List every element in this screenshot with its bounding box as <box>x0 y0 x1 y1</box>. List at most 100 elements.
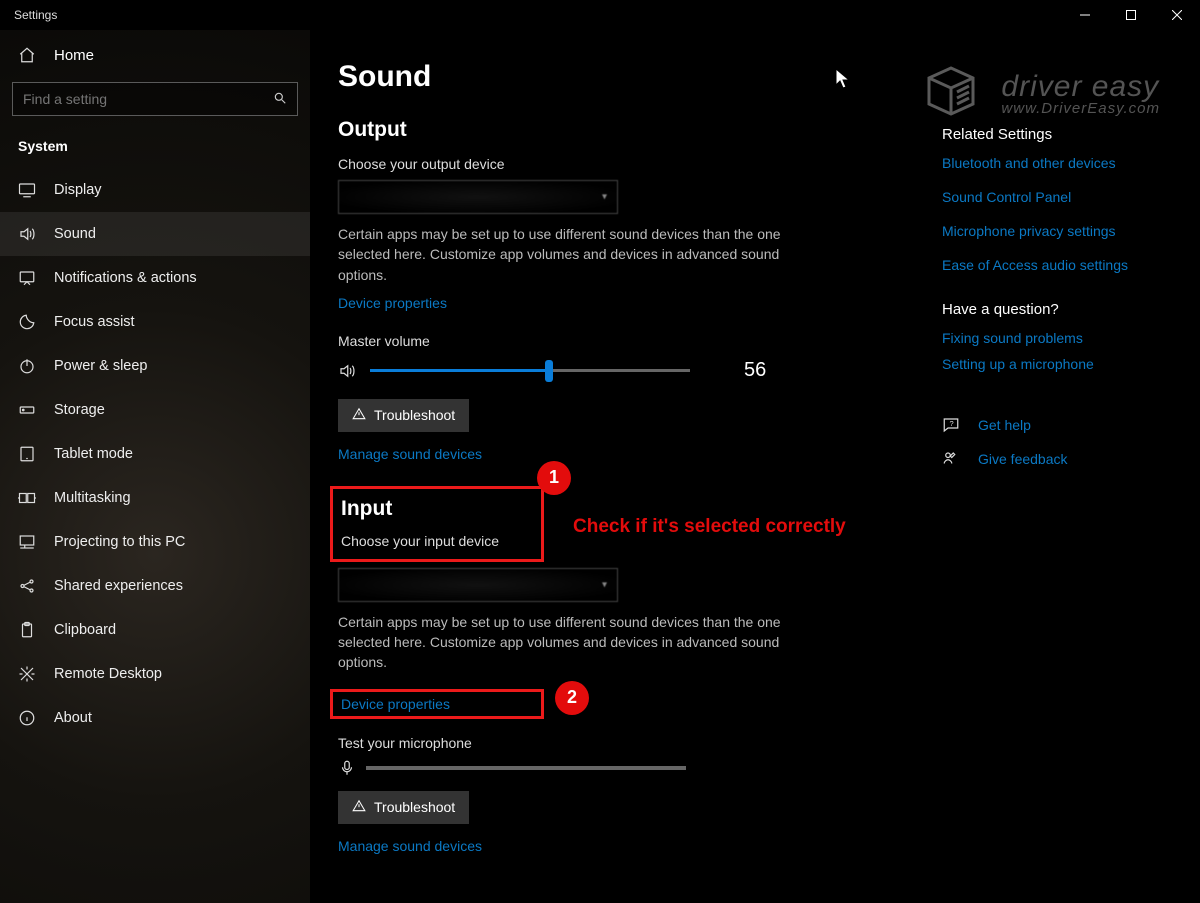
power-icon <box>18 357 36 375</box>
projecting-icon <box>18 533 36 551</box>
microphone-level-bar <box>366 766 686 770</box>
mouse-cursor-icon <box>835 68 851 95</box>
watermark-url: www.DriverEasy.com <box>1001 100 1160 117</box>
nav-item-label: Power & sleep <box>54 358 148 374</box>
sidebar-item-tablet-mode[interactable]: Tablet mode <box>0 432 310 476</box>
minimize-button[interactable] <box>1062 0 1108 30</box>
microphone-icon <box>338 759 356 777</box>
master-volume-label: Master volume <box>338 333 898 349</box>
sidebar-item-sound[interactable]: Sound <box>0 212 310 256</box>
svg-text:?: ? <box>950 419 954 428</box>
output-device-dropdown[interactable]: ▾ <box>338 180 618 214</box>
nav-item-label: About <box>54 710 92 726</box>
multitasking-icon <box>18 489 36 507</box>
watermark: driver easy www.DriverEasy.com <box>919 64 1160 123</box>
get-help-link[interactable]: ? Get help <box>942 416 1172 434</box>
nav-item-label: Focus assist <box>54 314 135 330</box>
category-label: System <box>0 126 310 164</box>
sidebar-item-remote-desktop[interactable]: Remote Desktop <box>0 652 310 696</box>
nav-item-label: Notifications & actions <box>54 270 197 286</box>
input-description: Certain apps may be set up to use differ… <box>338 612 788 673</box>
output-manage-devices-link[interactable]: Manage sound devices <box>338 446 482 462</box>
master-volume-slider[interactable] <box>370 359 690 383</box>
warning-icon <box>352 799 366 816</box>
give-feedback-link[interactable]: Give feedback <box>942 450 1172 468</box>
related-link-bluetooth[interactable]: Bluetooth and other devices <box>942 155 1172 171</box>
nav-item-label: Shared experiences <box>54 578 183 594</box>
input-troubleshoot-button[interactable]: Troubleshoot <box>338 791 469 824</box>
search-icon <box>273 91 287 108</box>
sidebar-item-about[interactable]: About <box>0 696 310 740</box>
test-microphone-label: Test your microphone <box>338 735 898 751</box>
give-feedback-label: Give feedback <box>978 451 1068 467</box>
window-title: Settings <box>14 8 57 22</box>
output-device-properties-link[interactable]: Device properties <box>338 295 447 311</box>
sidebar-item-notifications[interactable]: Notifications & actions <box>0 256 310 300</box>
button-label: Troubleshoot <box>374 799 455 815</box>
speaker-icon[interactable] <box>338 362 356 380</box>
related-settings-heading: Related Settings <box>942 126 1172 143</box>
question-link-setup-microphone[interactable]: Setting up a microphone <box>942 356 1172 372</box>
sidebar-item-storage[interactable]: Storage <box>0 388 310 432</box>
sidebar-item-multitasking[interactable]: Multitasking <box>0 476 310 520</box>
close-button[interactable] <box>1154 0 1200 30</box>
nav-item-label: Projecting to this PC <box>54 534 185 550</box>
sidebar-item-clipboard[interactable]: Clipboard <box>0 608 310 652</box>
window-controls <box>1062 0 1200 30</box>
watermark-logo-icon <box>919 64 983 123</box>
sidebar-item-shared-experiences[interactable]: Shared experiences <box>0 564 310 608</box>
output-troubleshoot-button[interactable]: Troubleshoot <box>338 399 469 432</box>
related-link-microphone-privacy[interactable]: Microphone privacy settings <box>942 223 1172 239</box>
output-choose-label: Choose your output device <box>338 156 898 172</box>
notifications-icon <box>18 269 36 287</box>
input-choose-label: Choose your input device <box>341 533 533 549</box>
nav-item-label: Remote Desktop <box>54 666 162 682</box>
nav-item-label: Storage <box>54 402 105 418</box>
home-icon <box>18 46 36 64</box>
sidebar-item-power-sleep[interactable]: Power & sleep <box>0 344 310 388</box>
watermark-title: driver easy <box>1001 70 1160 104</box>
nav-item-label: Multitasking <box>54 490 131 506</box>
input-device-properties-link[interactable]: Device properties <box>341 696 450 712</box>
input-device-dropdown[interactable]: ▾ <box>338 568 618 602</box>
annotation-box-2: Device properties <box>330 689 544 719</box>
chevron-down-icon: ▾ <box>602 579 607 590</box>
display-icon <box>18 181 36 199</box>
related-link-sound-control-panel[interactable]: Sound Control Panel <box>942 189 1172 205</box>
nav-item-label: Sound <box>54 226 96 242</box>
get-help-label: Get help <box>978 417 1031 433</box>
search-input[interactable] <box>23 91 273 107</box>
annotation-number-1: 1 <box>537 461 571 495</box>
sidebar-item-focus-assist[interactable]: Focus assist <box>0 300 310 344</box>
question-link-fixing-sound[interactable]: Fixing sound problems <box>942 330 1172 346</box>
annotation-number-2: 2 <box>555 681 589 715</box>
warning-icon <box>352 407 366 424</box>
sidebar-home-label: Home <box>54 47 94 64</box>
sidebar-item-projecting[interactable]: Projecting to this PC <box>0 520 310 564</box>
remote-desktop-icon <box>18 665 36 683</box>
nav-item-label: Clipboard <box>54 622 116 638</box>
search-input-wrap[interactable] <box>12 82 298 116</box>
tablet-icon <box>18 445 36 463</box>
related-link-ease-of-access-audio[interactable]: Ease of Access audio settings <box>942 257 1172 273</box>
annotation-text: Check if it's selected correctly <box>573 516 846 538</box>
button-label: Troubleshoot <box>374 407 455 423</box>
input-manage-devices-link[interactable]: Manage sound devices <box>338 838 482 854</box>
input-heading: Input <box>341 497 533 521</box>
sidebar-home-button[interactable]: Home <box>0 36 310 74</box>
clipboard-icon <box>18 621 36 639</box>
nav-item-label: Display <box>54 182 102 198</box>
sound-icon <box>18 225 36 243</box>
sidebar-item-display[interactable]: Display <box>0 168 310 212</box>
help-icon: ? <box>942 416 960 434</box>
question-heading: Have a question? <box>942 301 1172 318</box>
about-icon <box>18 709 36 727</box>
maximize-button[interactable] <box>1108 0 1154 30</box>
output-description: Certain apps may be set up to use differ… <box>338 224 788 285</box>
sidebar: Home System Display Sound <box>0 30 310 903</box>
storage-icon <box>18 401 36 419</box>
focus-assist-icon <box>18 313 36 331</box>
output-heading: Output <box>338 118 898 142</box>
chevron-down-icon: ▾ <box>602 192 607 203</box>
share-icon <box>18 577 36 595</box>
